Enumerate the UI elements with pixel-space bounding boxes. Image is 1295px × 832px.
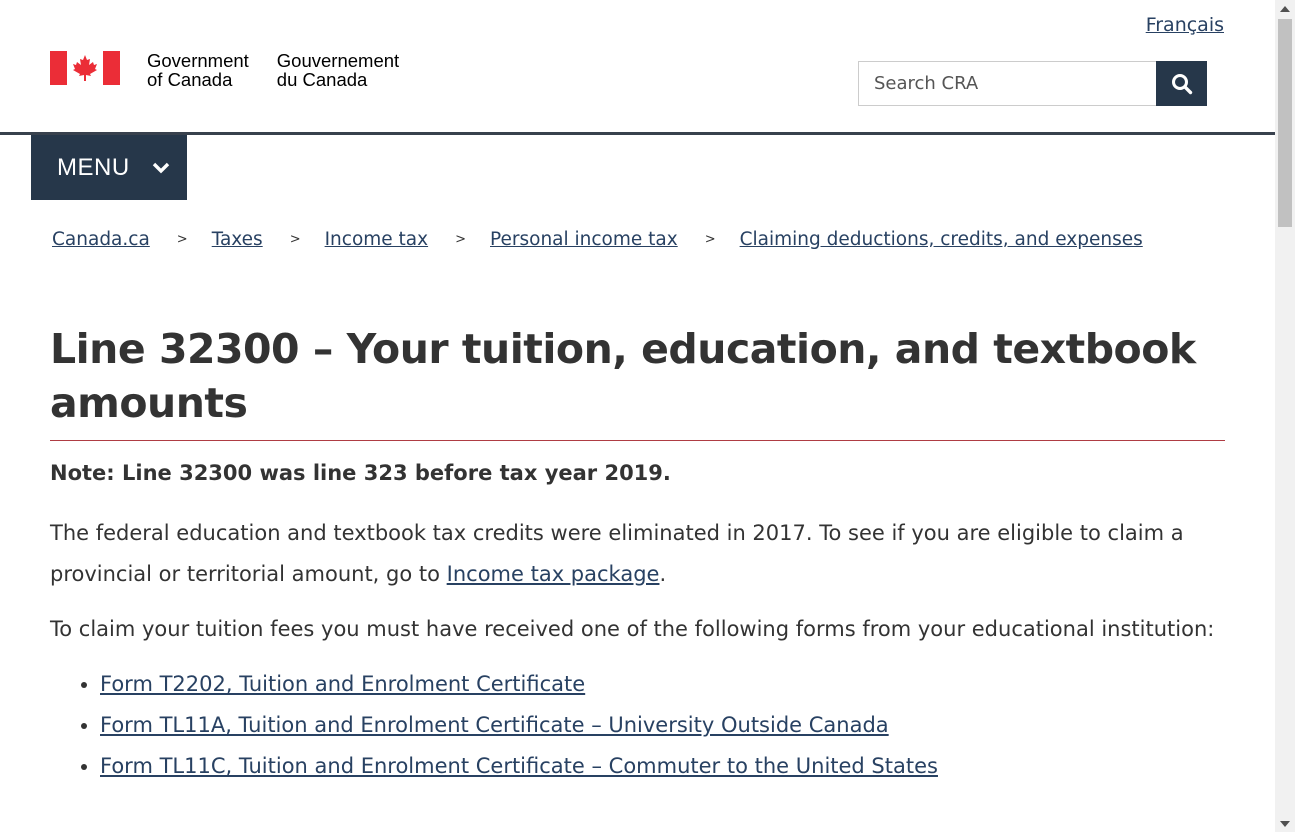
list-item: Form TL11C, Tuition and Enrolment Certif… [100,746,1225,787]
vertical-scrollbar[interactable] [1275,0,1295,832]
scroll-up-arrow-icon[interactable] [1275,0,1295,17]
signature-fr-line2: du Canada [276,69,368,90]
breadcrumb-separator: > [704,232,716,247]
menu-button[interactable]: MENU [31,135,187,200]
language-toggle-link[interactable]: Français [1146,14,1224,36]
scrollbar-thumb[interactable] [1278,19,1292,227]
federal-credits-end: . [659,562,667,586]
scroll-down-arrow-icon[interactable] [1275,815,1295,832]
maple-leaf-icon [73,55,97,81]
chevron-down-icon [152,162,170,174]
tuition-forms-intro: To claim your tuition fees you must have… [50,617,1215,641]
main-content: Line 32300 – Your tuition, education, an… [50,322,1225,787]
breadcrumb-separator: > [176,232,188,247]
signature-french: Gouvernement du Canada [277,51,399,89]
breadcrumb-claiming-deductions[interactable]: Claiming deductions, credits, and expens… [740,229,1143,250]
breadcrumb: Canada.ca > Taxes > Income tax > Persona… [52,229,1143,250]
header-divider [0,132,1275,135]
federal-credits-paragraph: The federal education and textbook tax c… [50,513,1225,595]
menu-label: MENU [57,153,130,181]
list-item: Form TL11A, Tuition and Enrolment Certif… [100,705,1225,746]
breadcrumb-canada-ca[interactable]: Canada.ca [52,229,150,250]
canada-flag-icon [50,51,120,85]
search-button[interactable] [1156,61,1207,106]
list-item: Form T2202, Tuition and Enrolment Certif… [100,664,1225,705]
page-title: Line 32300 – Your tuition, education, an… [50,322,1225,441]
tuition-forms-list: Form T2202, Tuition and Enrolment Certif… [50,664,1225,787]
search-input[interactable] [858,61,1156,106]
breadcrumb-separator: > [289,232,301,247]
form-tl11a-link[interactable]: Form TL11A, Tuition and Enrolment Certif… [100,713,889,737]
signature-english: Government of Canada [147,51,249,89]
breadcrumb-personal-income-tax[interactable]: Personal income tax [490,229,678,250]
form-t2202-link[interactable]: Form T2202, Tuition and Enrolment Certif… [100,672,585,696]
search-form [858,61,1207,106]
line-change-note: Note: Line 32300 was line 323 before tax… [50,461,671,485]
breadcrumb-income-tax[interactable]: Income tax [325,229,429,250]
signature-en-line2: of Canada [147,69,233,90]
breadcrumb-separator: > [455,232,466,247]
government-of-canada-signature[interactable]: Government of Canada Gouvernement du Can… [50,51,399,89]
income-tax-package-link[interactable]: Income tax package [447,562,660,586]
signature-en-line1: Government [147,50,249,71]
form-tl11c-link[interactable]: Form TL11C, Tuition and Enrolment Certif… [100,754,938,778]
search-icon [1171,73,1192,94]
signature-fr-line1: Gouvernement [276,50,400,71]
breadcrumb-taxes[interactable]: Taxes [212,229,263,250]
